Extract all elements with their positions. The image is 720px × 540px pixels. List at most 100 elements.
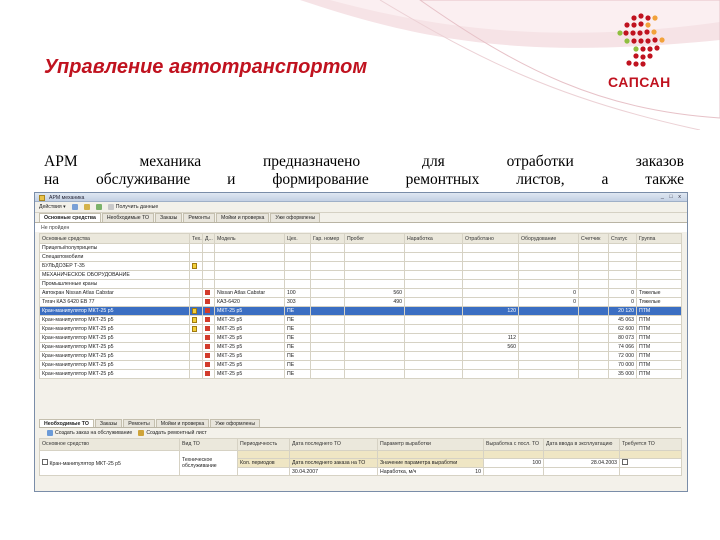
col-header[interactable]: Модель xyxy=(214,233,285,244)
cell-name: Тягач КАЗ 6420 ЕВ 77 xyxy=(39,297,190,307)
table-row[interactable]: Кран-манипулятор МКТ-25 р5 МКТ-25 р5 ПЕ 72 … xyxy=(39,351,682,361)
tab-wash-check[interactable]: Мойки и проверка xyxy=(215,213,270,222)
row-checkbox[interactable] xyxy=(42,459,48,465)
lower-tab-orders[interactable]: Заказы xyxy=(94,419,123,427)
get-data-button[interactable]: Получить данные xyxy=(107,204,159,210)
col-header[interactable]: Основные средства xyxy=(39,233,190,244)
status-cell xyxy=(202,306,215,316)
cell-status: 0 xyxy=(608,288,637,298)
status-cell xyxy=(202,297,215,307)
tab-repairs[interactable]: Ремонты xyxy=(183,213,215,222)
cell-status: 0 xyxy=(608,297,637,307)
col-header[interactable]: Периодичность xyxy=(237,438,290,451)
lower-panel: Необходимые ТО Заказы Ремонты Мойки и пр… xyxy=(39,419,682,491)
required-checkbox[interactable] xyxy=(622,459,628,465)
cell-required xyxy=(619,450,682,459)
col-header[interactable]: Выработка с посл. ТО xyxy=(483,438,544,451)
create-order-button[interactable]: Создать заказ на обслуживание xyxy=(47,430,132,436)
lower-tab-wash-check[interactable]: Мойки и проверка xyxy=(155,419,210,427)
col-header[interactable]: Требуется ТО xyxy=(619,438,682,451)
cell-narab xyxy=(404,360,463,370)
cell-probeg xyxy=(344,279,405,289)
group-row[interactable]: МЕХАНИЧЕСКОЕ ОБОРУДОВАНИЕ xyxy=(39,270,682,280)
table-row[interactable]: Кран-манипулятор МКТ-25 р5 МКТ-25 р5 ПЕ 112… xyxy=(39,333,682,343)
col-header[interactable]: Параметр выработки xyxy=(377,438,484,451)
col-header[interactable]: Отработано xyxy=(462,233,519,244)
table-row[interactable]: Кран-манипулятор МКТ-25 р5 МКТ-25 р5 ПЕ 120… xyxy=(39,306,682,316)
col-header[interactable]: Основное средство xyxy=(39,438,180,451)
col-header[interactable]: Вид ТО xyxy=(179,438,238,451)
cell-empty xyxy=(543,467,620,476)
cell-period xyxy=(237,450,290,459)
col-header[interactable]: Цех. xyxy=(284,233,311,244)
cell-status xyxy=(608,261,637,271)
lower-tab-required-to[interactable]: Необходимые ТО xyxy=(39,419,94,427)
table-row[interactable]: Автокран Nissan Atlas Cabstar Nissan Atla… xyxy=(39,288,682,298)
status-icon xyxy=(205,371,210,377)
tab-done[interactable]: Уже оформлены xyxy=(270,213,321,222)
tab-fixed-assets[interactable]: Основные средства xyxy=(39,213,101,222)
table-row[interactable]: Кран-манипулятор МКТ-25 р5 МКТ-25 р5 ПЕ 560… xyxy=(39,342,682,352)
cell-narab xyxy=(404,243,463,253)
col-header[interactable]: Оборудование xyxy=(518,233,579,244)
cell-model xyxy=(214,270,285,280)
tab-required-to[interactable]: Необходимые ТО xyxy=(101,213,155,222)
cell-garage xyxy=(310,369,345,379)
col-header[interactable]: Дата последнего ТО xyxy=(289,438,378,451)
lower-tab-done[interactable]: Уже оформлены xyxy=(210,419,261,427)
tool-icon xyxy=(192,262,197,269)
col-header[interactable]: Статус xyxy=(608,233,637,244)
flag-cell xyxy=(189,279,203,289)
table-row[interactable]: Кран-манипулятор МКТ-25 р5 МКТ-25 р5 ПЕ 45 … xyxy=(39,315,682,325)
cell-model: Nissan Atlas Cabstar xyxy=(214,288,285,298)
cell-name: Спецавтомобили xyxy=(39,252,190,262)
col-header[interactable]: Пробег xyxy=(344,233,405,244)
filter-label[interactable]: Не пройден xyxy=(41,225,69,231)
create-repair-sheet-button[interactable]: Создать ремонтный лист xyxy=(138,430,207,436)
col-header[interactable]: Группа xyxy=(636,233,682,244)
col-header[interactable]: Наработка xyxy=(404,233,463,244)
col-header[interactable]: Дата ввода в эксплуатацию xyxy=(543,438,620,451)
cell-otrab xyxy=(518,351,579,361)
cell-tsex: ПЕ xyxy=(284,315,311,325)
refresh-icon[interactable] xyxy=(71,204,78,210)
cell-commission-value: 28.04.2003 xyxy=(543,458,620,468)
cell-narab xyxy=(404,369,463,379)
tool-icon xyxy=(192,307,197,314)
window-controls[interactable]: _ □ x xyxy=(661,194,683,200)
actions-menu-button[interactable]: Действия ▾ xyxy=(39,204,66,210)
cell-otrab xyxy=(518,252,579,262)
cell-otrab xyxy=(518,261,579,271)
cell-model: МКТ-25 р5 xyxy=(214,369,285,379)
cell-name: Кран-манипулятор МКТ-25 р5 xyxy=(39,306,190,316)
cell-group: ПТМ xyxy=(636,351,682,361)
window-titlebar: АРМ механика _ □ x xyxy=(35,193,687,202)
col-header[interactable]: Тех. xyxy=(189,233,203,244)
flag-cell xyxy=(189,243,203,253)
group-row[interactable]: БУЛЬДОЗЕР Т-35 xyxy=(39,261,682,271)
cell-schetchik xyxy=(578,279,609,289)
table-row[interactable]: Кран-манипулятор МКТ-25 р5 МКТ-25 р5 ПЕ 70 … xyxy=(39,360,682,370)
col-header[interactable]: Д... xyxy=(202,233,215,244)
settings-icon[interactable] xyxy=(95,204,102,210)
table-row[interactable]: Кран-манипулятор МКТ-25 р5 МКТ-25 р5 ПЕ 35 … xyxy=(39,369,682,379)
table-row[interactable]: Тягач КАЗ 6420 ЕВ 77 КАЗ-6420 303 490 0 0 Тяже… xyxy=(39,297,682,307)
group-row[interactable]: Прицепы/полуприцепы xyxy=(39,243,682,253)
table-row[interactable]: Кран-манипулятор МКТ-25 р5 МКТ-25 р5 ПЕ 62 … xyxy=(39,324,682,334)
cell-tsex xyxy=(284,252,311,262)
cell-model: МКТ-25 р5 xyxy=(214,351,285,361)
folder-icon[interactable] xyxy=(83,204,90,210)
cell-param-label: Значение параметра выработки xyxy=(377,458,484,468)
cell-group: ПТМ xyxy=(636,333,682,343)
tab-orders[interactable]: Заказы xyxy=(155,213,183,222)
cell-name: Кран-манипулятор МКТ-25 р5 xyxy=(39,342,190,352)
lower-tab-repairs[interactable]: Ремонты xyxy=(123,419,155,427)
cell-garage xyxy=(310,351,345,361)
group-row[interactable]: Спецавтомобили xyxy=(39,252,682,262)
col-header[interactable]: Счетчик xyxy=(578,233,609,244)
get-data-label: Получить данные xyxy=(115,204,159,210)
col-header[interactable]: Гар. номер xyxy=(310,233,345,244)
table-row[interactable]: Кран-манипулятор МКТ-25 р5 Техническое о… xyxy=(39,450,682,476)
cell-output-value: 100 xyxy=(483,458,544,468)
group-row[interactable]: Промышленные краны xyxy=(39,279,682,289)
